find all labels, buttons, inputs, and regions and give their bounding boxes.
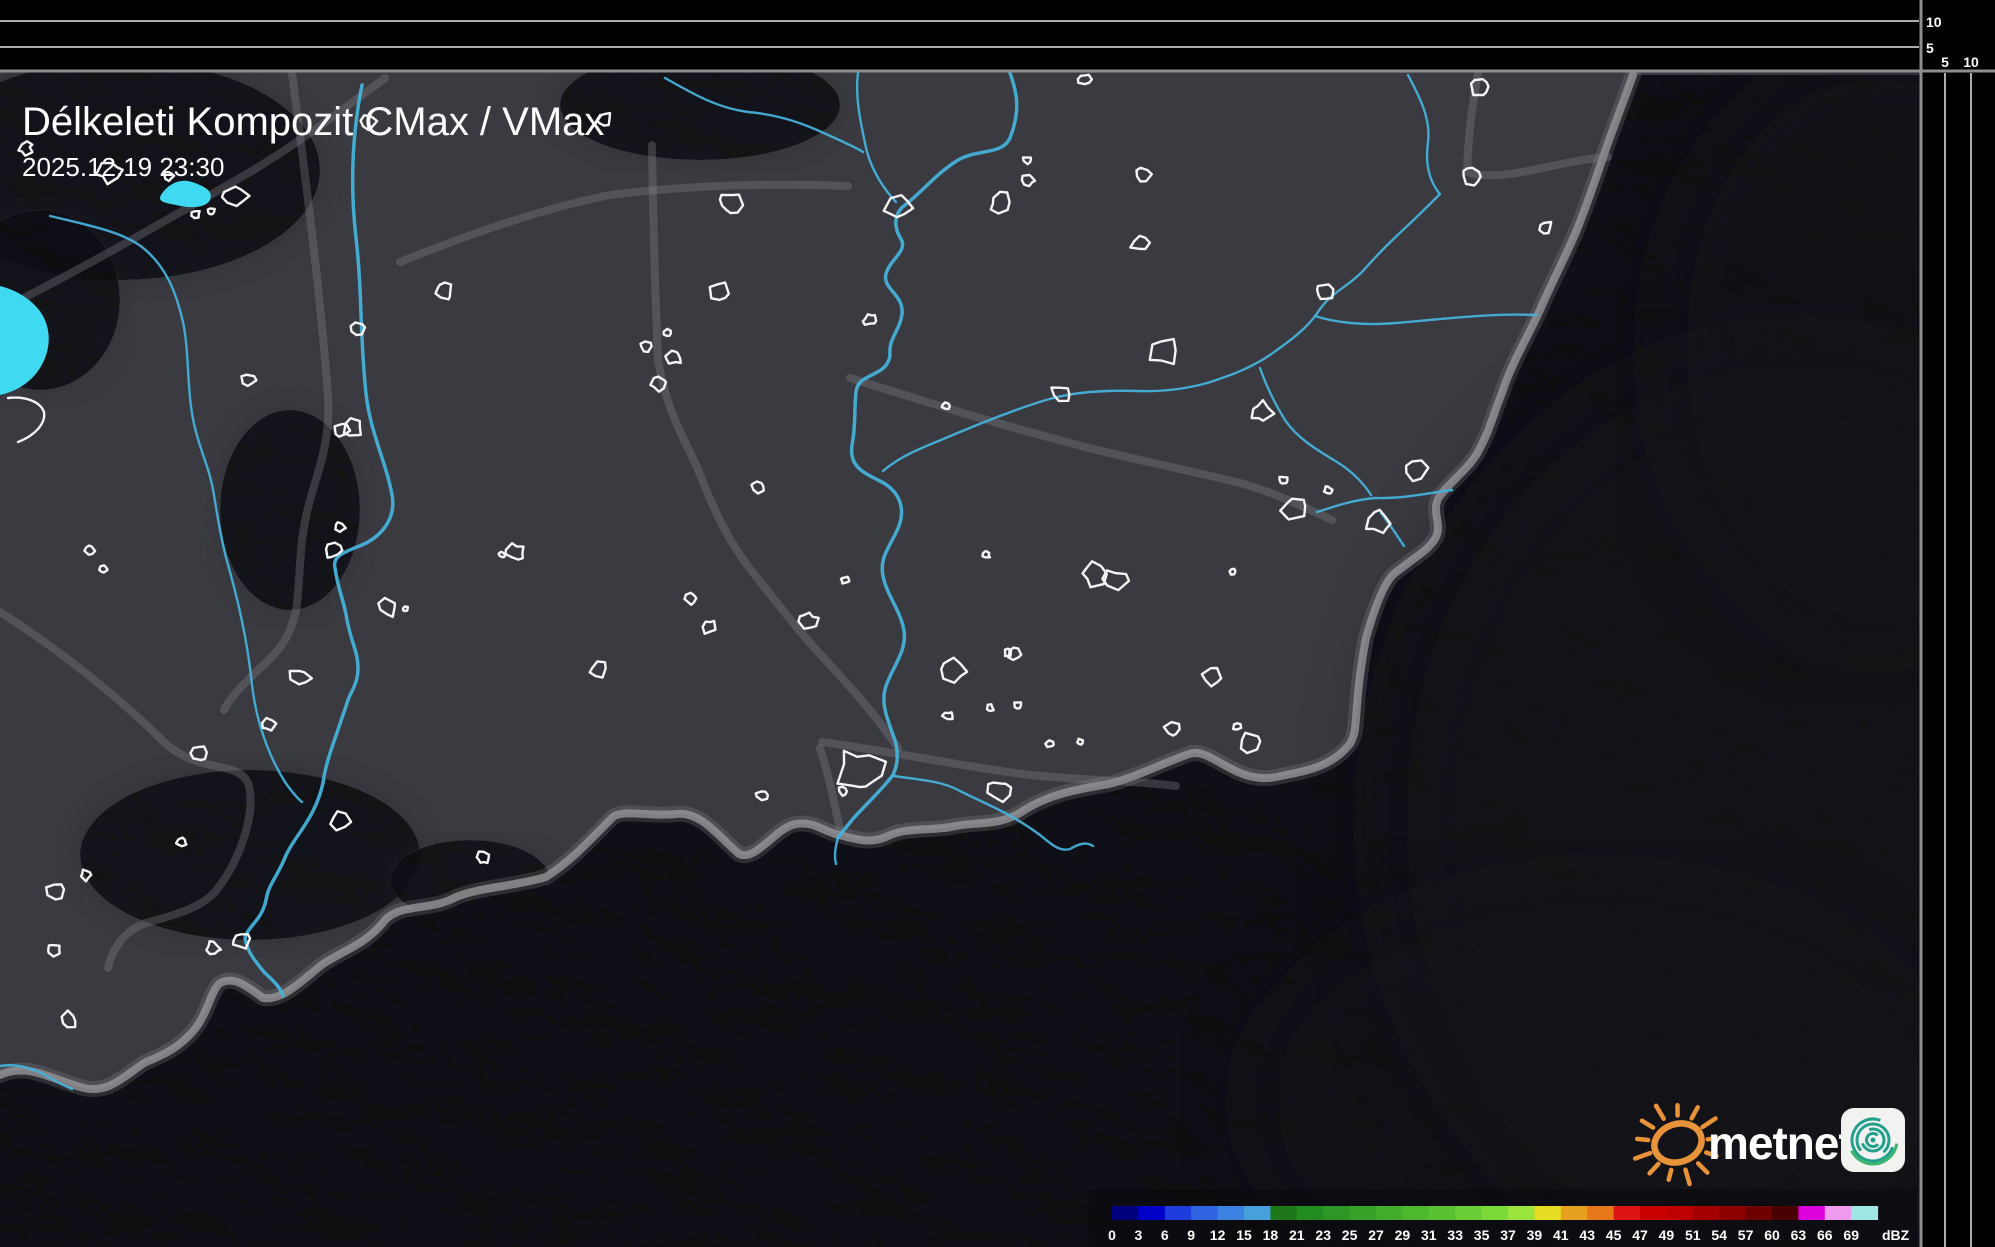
colorbar-tick-label: 29 [1395,1227,1411,1243]
height-scale-label: 10 [1926,14,1942,30]
map-layer [0,50,1995,1247]
timestamp: 2025.12.19 23:30 [22,152,224,182]
colorbar-cell [1270,1206,1297,1220]
colorbar-unit-label: dBZ [1882,1227,1910,1243]
colorbar-cell [1112,1206,1139,1220]
colorbar-cell [1376,1206,1403,1220]
radar-composite-svg: Délkeleti Kompozit CMax / VMax 2025.12.1… [0,0,1995,1247]
colorbar-cell [1165,1206,1192,1220]
colorbar-cell [1640,1206,1667,1220]
colorbar-cell [1851,1206,1878,1220]
colorbar-cell [1666,1206,1693,1220]
sun-ray-icon [1669,1170,1672,1180]
colorbar-tick-label: 3 [1135,1227,1143,1243]
colorbar-tick-label: 66 [1817,1227,1833,1243]
colorbar-tick-label: 9 [1187,1227,1195,1243]
height-scale-label: 5 [1941,54,1949,70]
colorbar-cell [1429,1206,1456,1220]
colorbar-tick-label: 6 [1161,1227,1169,1243]
colorbar-tick-label: 18 [1263,1227,1279,1243]
logo-wordmark: metnet [1708,1117,1853,1169]
colorbar-cell [1244,1206,1271,1220]
radar-viewer: Délkeleti Kompozit CMax / VMax 2025.12.1… [0,0,1995,1247]
colorbar-tick-label: 33 [1447,1227,1463,1243]
colorbar-tick-label: 23 [1315,1227,1331,1243]
colorbar-tick-label: 12 [1210,1227,1226,1243]
colorbar-tick-label: 27 [1368,1227,1384,1243]
colorbar-cell [1587,1206,1614,1220]
colorbar-cell [1693,1206,1720,1220]
colorbar-tick-label: 57 [1738,1227,1754,1243]
sun-ray-icon [1637,1139,1648,1140]
colorbar-tick-label: 43 [1579,1227,1595,1243]
height-scale-label: 5 [1926,40,1934,56]
colorbar-cell [1218,1206,1245,1220]
colorbar-tick-label: 47 [1632,1227,1648,1243]
colorbar-cell [1772,1206,1799,1220]
dbz-colorbar: 0369121518212325272931333537394143454749… [1089,1189,1917,1247]
colorbar-cell [1561,1206,1588,1220]
height-scale-label: 10 [1963,54,1979,70]
colorbar-tick-label: 60 [1764,1227,1780,1243]
colorbar-cell [1297,1206,1324,1220]
page-title: Délkeleti Kompozit CMax / VMax [22,100,604,144]
colorbar-tick-label: 51 [1685,1227,1701,1243]
colorbar-cell [1402,1206,1429,1220]
colorbar-cell [1508,1206,1535,1220]
colorbar-tick-label: 35 [1474,1227,1490,1243]
colorbar-cell [1138,1206,1165,1220]
colorbar-cell [1719,1206,1746,1220]
colorbar-cell [1798,1206,1825,1220]
colorbar-cell [1614,1206,1641,1220]
colorbar-cell [1825,1206,1852,1220]
colorbar-tick-label: 45 [1606,1227,1622,1243]
colorbar-tick-label: 25 [1342,1227,1358,1243]
map-grain [0,72,1921,1247]
colorbar-tick-label: 54 [1711,1227,1727,1243]
colorbar-cell [1191,1206,1218,1220]
colorbar-tick-label: 49 [1659,1227,1675,1243]
colorbar-tick-label: 37 [1500,1227,1516,1243]
colorbar-tick-label: 0 [1108,1227,1116,1243]
colorbar-tick-label: 41 [1553,1227,1569,1243]
colorbar-cell [1746,1206,1773,1220]
colorbar-cell [1534,1206,1561,1220]
colorbar-cell [1350,1206,1377,1220]
colorbar-tick-label: 39 [1527,1227,1543,1243]
colorbar-cell [1482,1206,1509,1220]
colorbar-tick-label: 63 [1791,1227,1807,1243]
colorbar-tick-label: 15 [1236,1227,1252,1243]
colorbar-cell [1455,1206,1482,1220]
colorbar-tick-label: 69 [1843,1227,1859,1243]
colorbar-tick-label: 21 [1289,1227,1305,1243]
spiral-icon-center [1871,1138,1876,1143]
colorbar-tick-label: 31 [1421,1227,1437,1243]
colorbar-cell [1323,1206,1350,1220]
